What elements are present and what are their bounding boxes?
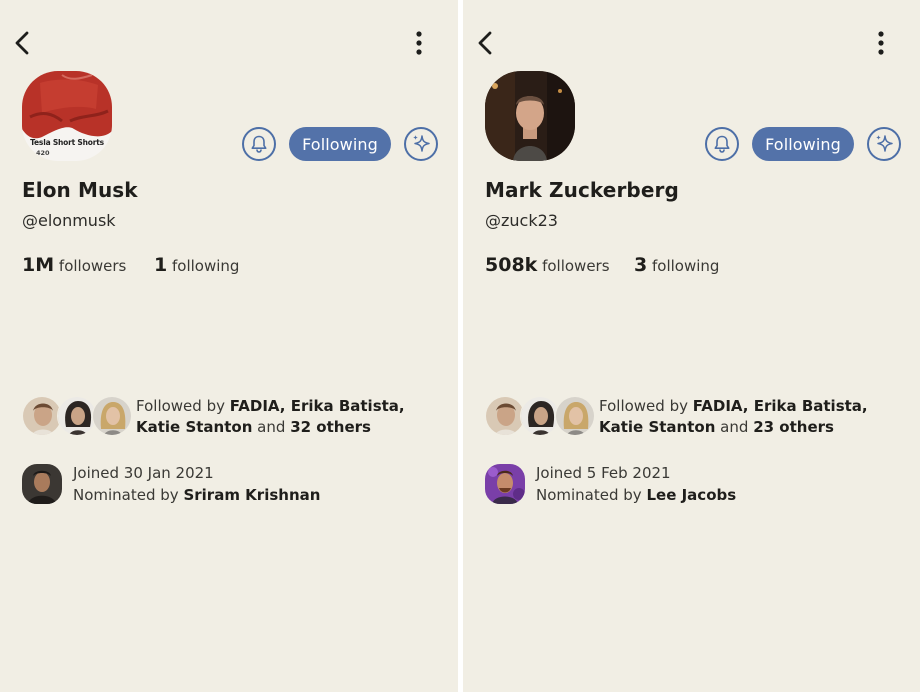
avatar-caption-price: 420 xyxy=(36,149,50,157)
followed-by-text[interactable]: Followed by FADIA, Erika Batista, Katie … xyxy=(599,396,899,438)
followed-by-and: and xyxy=(720,418,749,436)
nominator-name[interactable]: Lee Jacobs xyxy=(646,486,736,504)
joined-info: Joined 5 Feb 2021 Nominated by Lee Jacob… xyxy=(536,462,736,506)
joined-date: Joined 30 Jan 2021 xyxy=(73,464,214,482)
chevron-left-icon xyxy=(478,31,492,55)
following-count[interactable]: 1 following xyxy=(154,254,239,276)
followers-count-value: 508k xyxy=(485,254,538,276)
mutual-follower-avatar xyxy=(555,396,595,436)
following-count-value: 1 xyxy=(154,254,168,276)
followed-by-prefix: Followed by xyxy=(136,397,225,415)
mutual-follower-avatar xyxy=(22,396,62,436)
following-button[interactable]: Following xyxy=(289,127,391,161)
avatar-caption: Tesla Short Shorts xyxy=(30,138,104,147)
profile-panel-elon: Tesla Short Shorts 420 Following Elon Mu… xyxy=(0,0,458,692)
following-count-value: 3 xyxy=(634,254,648,276)
sparkles-button[interactable] xyxy=(867,127,901,161)
nominator-avatar[interactable] xyxy=(485,464,525,504)
sparkles-icon xyxy=(876,135,893,152)
following-button[interactable]: Following xyxy=(752,127,854,161)
nominated-by-prefix: Nominated by xyxy=(73,486,179,504)
profile-name: Mark Zuckerberg xyxy=(485,178,679,202)
mutual-followers-avatars[interactable] xyxy=(485,396,597,436)
back-button[interactable] xyxy=(475,30,499,56)
profile-avatar[interactable] xyxy=(485,71,575,161)
followers-count[interactable]: 1M followers xyxy=(22,254,126,276)
sparkles-icon xyxy=(413,135,430,152)
profile-name: Elon Musk xyxy=(22,178,138,202)
mutual-follower-avatar xyxy=(520,396,560,436)
joined-info: Joined 30 Jan 2021 Nominated by Sriram K… xyxy=(73,462,320,506)
nominated-by-prefix: Nominated by xyxy=(536,486,642,504)
followed-by-others: 32 others xyxy=(290,418,371,436)
more-options-button[interactable] xyxy=(874,30,888,56)
followed-by-others: 23 others xyxy=(753,418,834,436)
followers-label: followers xyxy=(58,257,127,275)
sparkles-button[interactable] xyxy=(404,127,438,161)
chevron-left-icon xyxy=(15,31,29,55)
more-vertical-icon xyxy=(878,31,884,55)
profile-panel-zuck: Following Mark Zuckerberg @zuck23 508k f… xyxy=(463,0,920,692)
mutual-follower-avatar xyxy=(485,396,525,436)
avatar-image xyxy=(485,71,575,161)
bell-icon xyxy=(251,135,267,153)
nominator-avatar[interactable] xyxy=(22,464,62,504)
followers-count-value: 1M xyxy=(22,254,55,276)
more-vertical-icon xyxy=(416,31,422,55)
followed-by-prefix: Followed by xyxy=(599,397,688,415)
followed-by-text[interactable]: Followed by FADIA, Erika Batista, Katie … xyxy=(136,396,436,438)
profile-handle: @elonmusk xyxy=(22,211,116,230)
nominated-by: Nominated by Lee Jacobs xyxy=(536,484,736,506)
following-count[interactable]: 3 following xyxy=(634,254,719,276)
following-label: following xyxy=(652,257,720,275)
mutual-follower-avatar xyxy=(92,396,132,436)
mutual-followers-avatars[interactable] xyxy=(22,396,134,436)
avatar-image xyxy=(22,71,112,161)
bell-icon xyxy=(714,135,730,153)
notification-bell-button[interactable] xyxy=(705,127,739,161)
profile-avatar[interactable]: Tesla Short Shorts 420 xyxy=(22,71,112,161)
more-options-button[interactable] xyxy=(412,30,426,56)
notification-bell-button[interactable] xyxy=(242,127,276,161)
screenshot-composite: Tesla Short Shorts 420 Following Elon Mu… xyxy=(0,0,920,692)
profile-handle: @zuck23 xyxy=(485,211,558,230)
nominator-name[interactable]: Sriram Krishnan xyxy=(183,486,320,504)
followers-count[interactable]: 508k followers xyxy=(485,254,610,276)
following-label: following xyxy=(172,257,240,275)
followers-label: followers xyxy=(542,257,610,275)
nominated-by: Nominated by Sriram Krishnan xyxy=(73,484,320,506)
joined-date: Joined 5 Feb 2021 xyxy=(536,464,671,482)
back-button[interactable] xyxy=(12,30,36,56)
mutual-follower-avatar xyxy=(57,396,97,436)
followed-by-and: and xyxy=(257,418,286,436)
